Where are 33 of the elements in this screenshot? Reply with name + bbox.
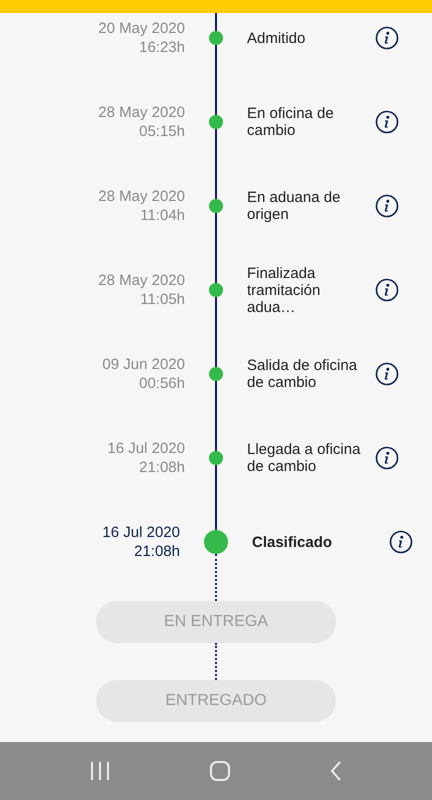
event-status: Clasificado [252,534,332,550]
event-date: 16 Jul 2020 [102,523,180,542]
event-time: 11:04h [140,206,185,225]
back-icon[interactable] [329,760,343,782]
info-icon[interactable] [375,26,399,50]
event-time: 21:08h [139,458,185,477]
event-time: 16:23h [139,38,185,57]
event-date: 28 May 2020 [98,103,185,122]
recent-apps-icon[interactable] [89,761,111,781]
event-status: Salida de oficina de cambio [247,357,358,391]
event-date: 20 May 2020 [98,19,185,38]
event-time: 11:05h [140,290,185,309]
event-status: En aduana de origen [247,189,342,223]
event-time: 05:15h [139,122,185,141]
info-icon[interactable] [375,362,399,386]
step-button[interactable]: ENTREGADO [96,680,336,722]
home-icon[interactable] [209,760,231,782]
info-icon[interactable] [389,530,413,554]
event-status: Finalizada tramitación adua… [247,264,322,316]
event-date: 28 May 2020 [98,187,185,206]
event-time: 21:08h [134,542,180,561]
event-date: 28 May 2020 [98,271,185,290]
step-button[interactable]: EN ENTREGA [96,601,336,643]
info-icon[interactable] [375,110,399,134]
event-time: 00:56h [139,374,185,393]
event-status: Admitido [247,30,306,46]
info-icon[interactable] [375,446,399,470]
info-icon[interactable] [375,194,399,218]
event-status: En oficina de cambio [247,105,335,139]
info-icon[interactable] [375,278,399,302]
event-date: 09 Jun 2020 [102,355,185,374]
event-date: 16 Jul 2020 [107,439,185,458]
event-status: Llegada a oficina de cambio [247,441,362,475]
